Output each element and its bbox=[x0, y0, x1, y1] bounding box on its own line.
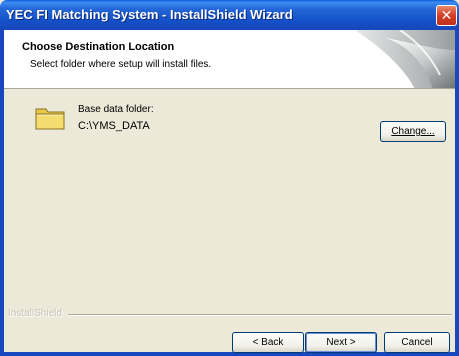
destination-label: Base data folder: bbox=[78, 104, 154, 115]
cancel-button[interactable]: Cancel bbox=[384, 332, 450, 353]
change-button-label: Change... bbox=[391, 126, 435, 137]
header-decoration-image bbox=[355, 30, 455, 88]
cancel-button-label: Cancel bbox=[401, 337, 433, 348]
change-button[interactable]: Change... bbox=[380, 121, 446, 142]
footer-divider bbox=[68, 314, 452, 316]
close-button[interactable]: ✕ bbox=[436, 5, 457, 26]
title-bar[interactable]: YEC FI Matching System - InstallShield W… bbox=[0, 0, 459, 30]
page-title: Choose Destination Location bbox=[22, 41, 175, 53]
window-frame-right bbox=[455, 30, 459, 356]
window-title: YEC FI Matching System - InstallShield W… bbox=[6, 7, 293, 22]
installshield-brand: InstallShield bbox=[8, 308, 62, 319]
next-button[interactable]: Next > bbox=[305, 332, 377, 353]
back-button[interactable]: < Back bbox=[232, 332, 304, 353]
page-subtitle: Select folder where setup will install f… bbox=[30, 59, 212, 70]
header-panel: Choose Destination Location Select folde… bbox=[4, 30, 455, 89]
destination-path: C:\YMS_DATA bbox=[78, 120, 150, 132]
folder-icon bbox=[35, 108, 65, 130]
back-button-label: < Back bbox=[252, 337, 284, 348]
next-button-label: Next > bbox=[326, 337, 356, 348]
